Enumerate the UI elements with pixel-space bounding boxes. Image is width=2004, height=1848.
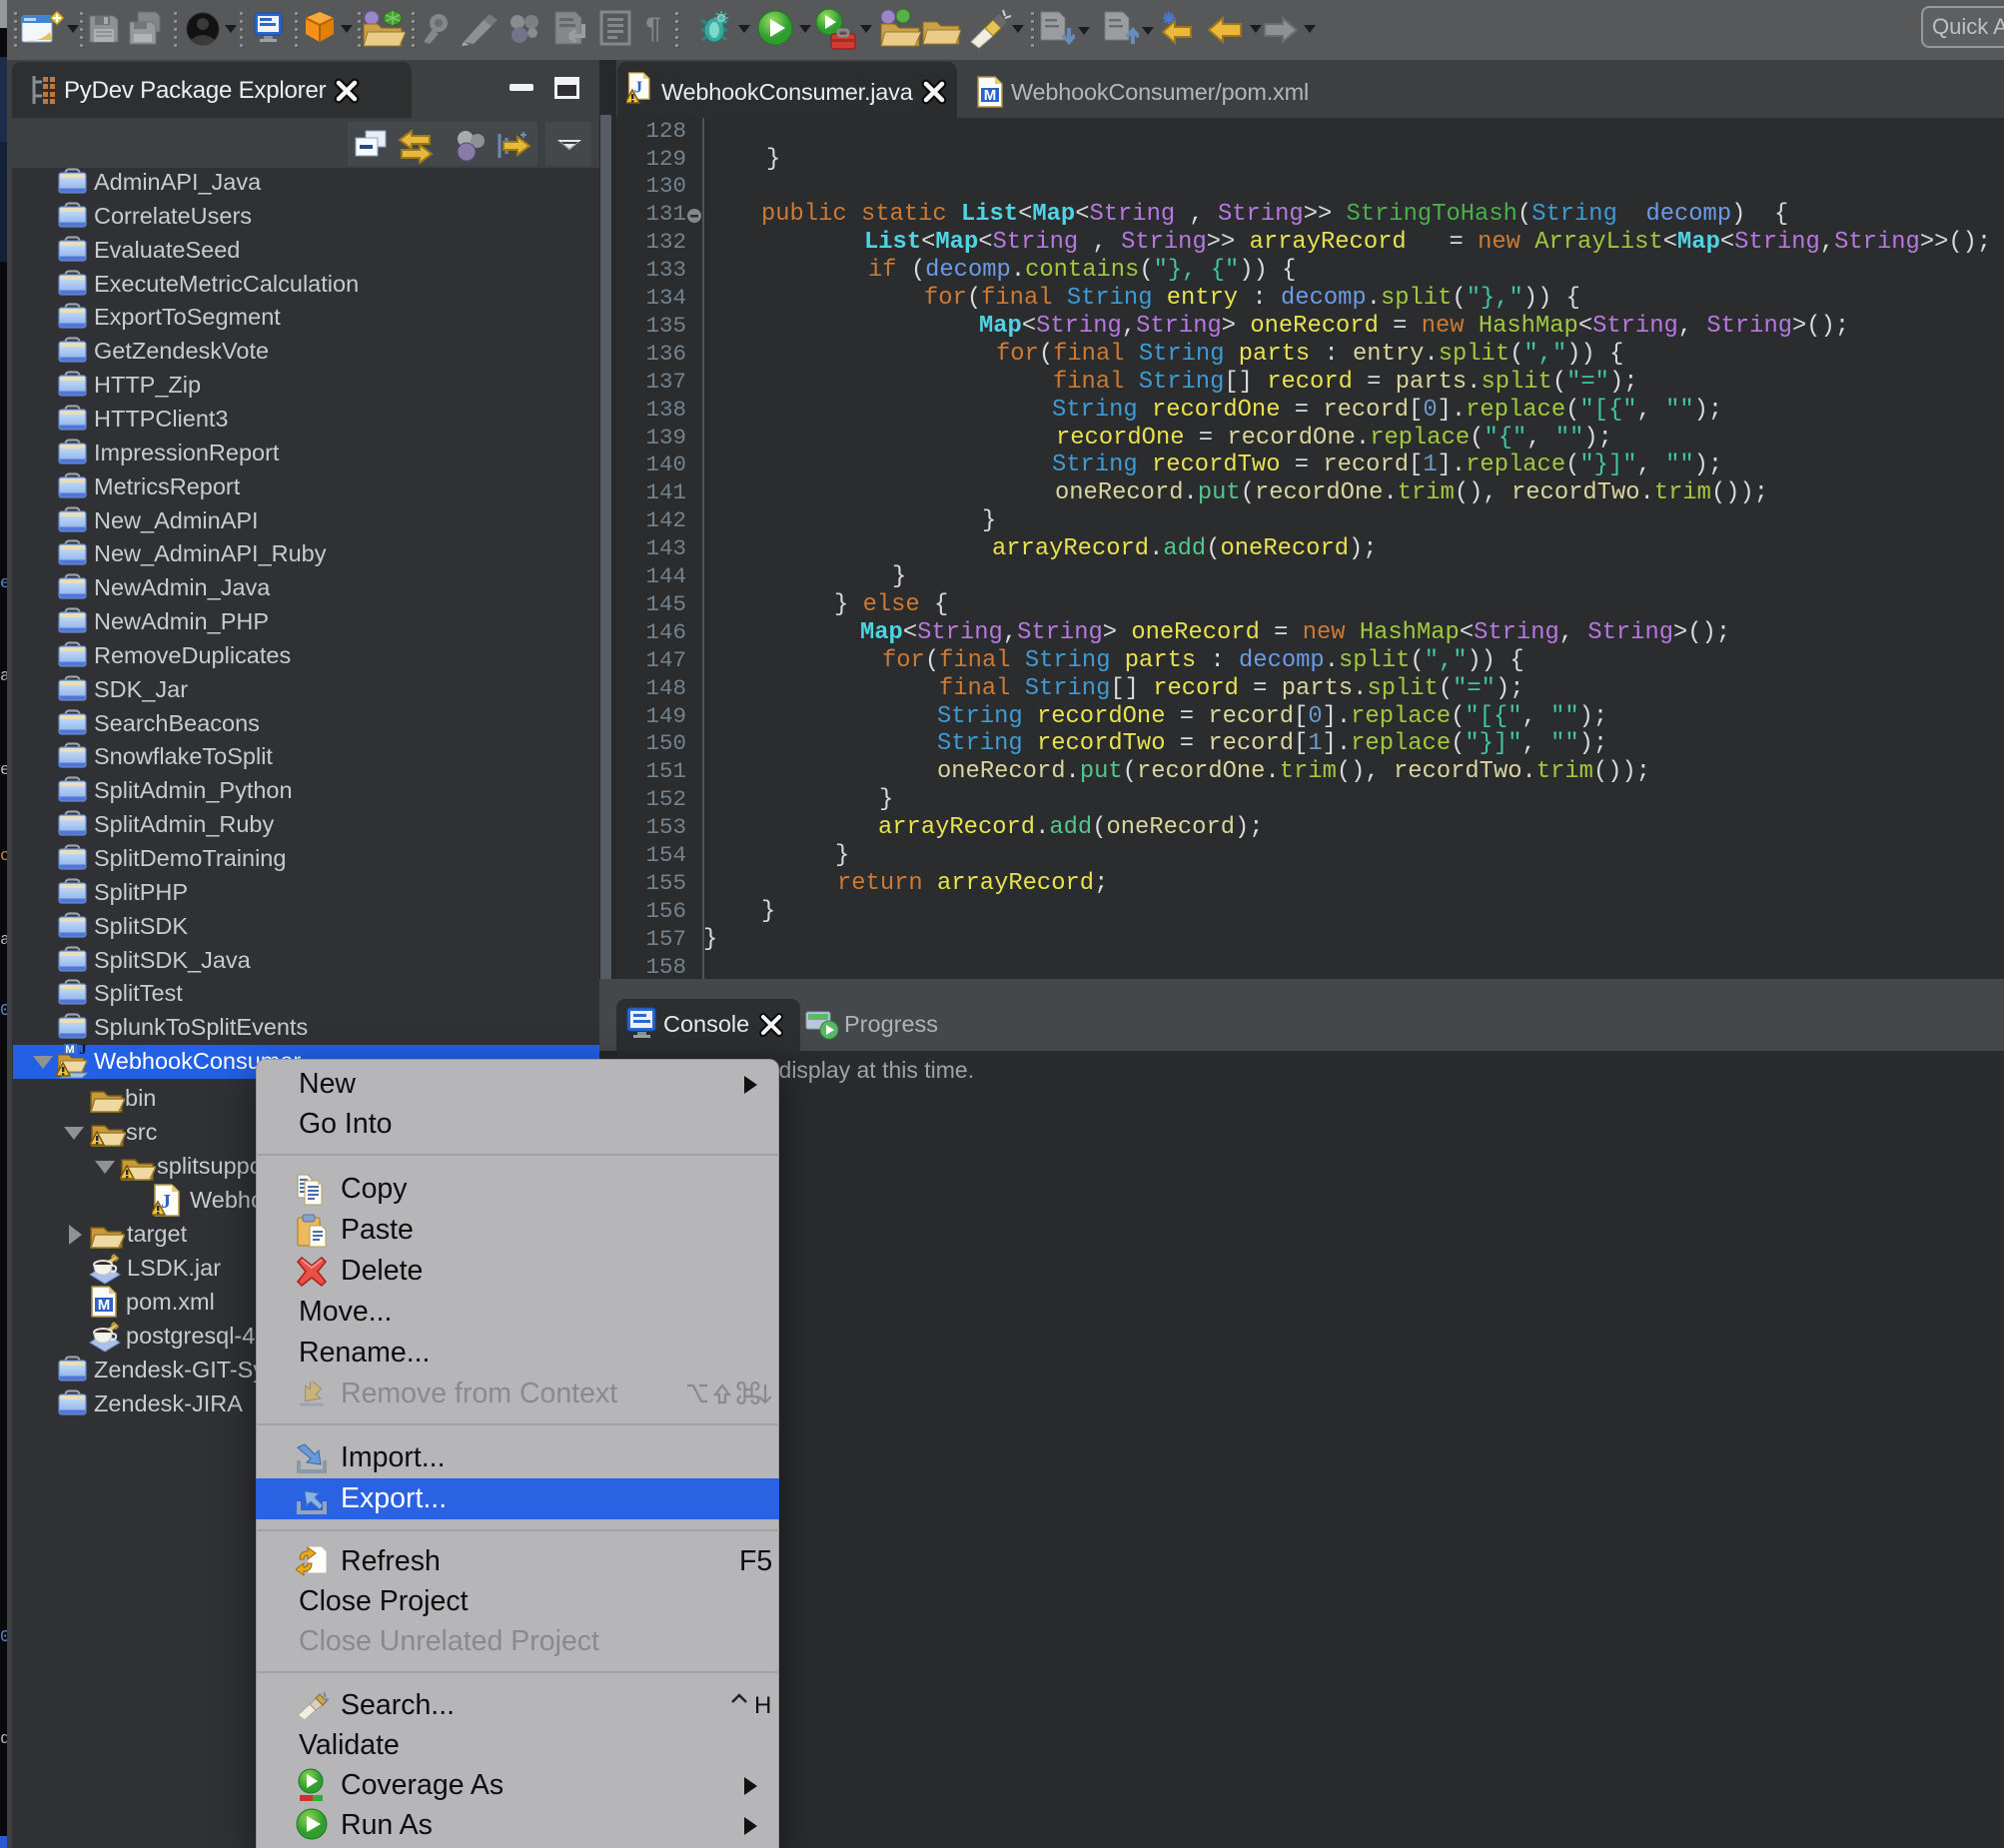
svg-text:J: J xyxy=(634,77,643,96)
svg-text:M: M xyxy=(65,1044,74,1056)
svg-text:H: H xyxy=(754,1692,771,1719)
svg-text:M: M xyxy=(984,87,997,104)
svg-text:J: J xyxy=(79,1043,87,1058)
svg-text:M: M xyxy=(98,1297,111,1314)
